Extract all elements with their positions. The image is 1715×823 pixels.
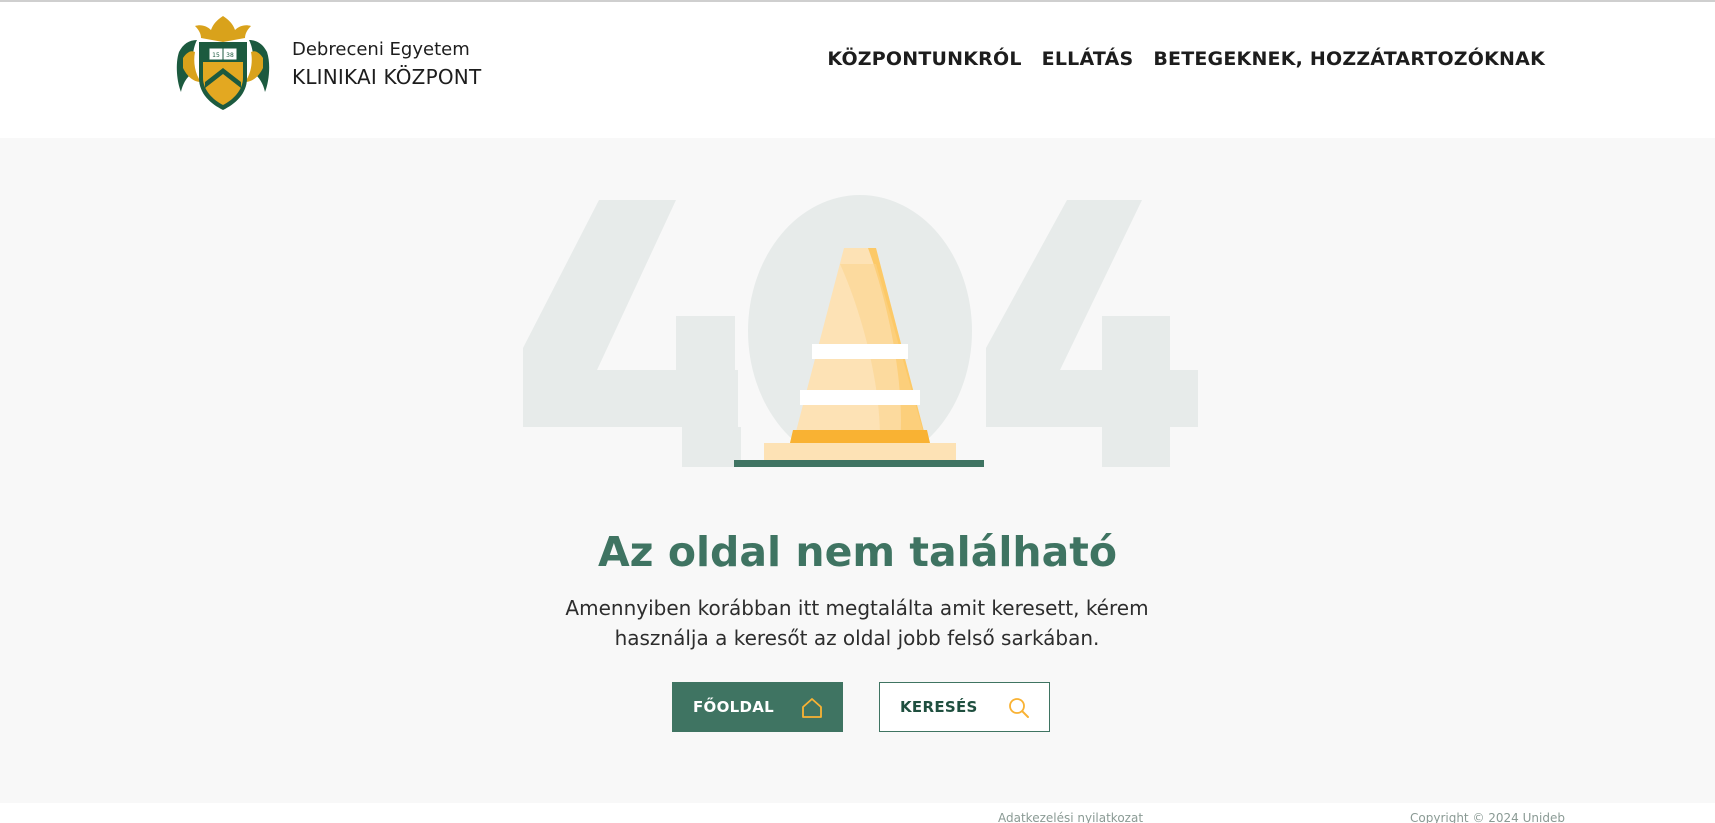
home-button-label: FŐOLDAL <box>693 698 775 716</box>
nav-item-betegeknek[interactable]: BETEGEKNEK, HOZZÁTARTOZÓKNAK <box>1153 48 1545 70</box>
privacy-policy-link[interactable]: Adatkezelési nyilatkozat <box>998 811 1143 823</box>
brand-center-name: KLINIKAI KÖZPONT <box>292 65 482 89</box>
search-icon <box>1009 698 1029 718</box>
error-404-illustration <box>523 195 1198 467</box>
nav-item-kozpontunkrol[interactable]: KÖZPONTUNKRÓL <box>827 48 1021 70</box>
digit-four-left <box>523 200 741 467</box>
site-footer: Adatkezelési nyilatkozat Copyright © 202… <box>0 803 1715 823</box>
nav-item-ellatas[interactable]: ELLÁTÁS <box>1042 48 1134 70</box>
university-crest-logo[interactable]: 15 38 <box>173 12 273 114</box>
search-button-label: KERESÉS <box>900 698 978 716</box>
home-icon <box>802 698 822 718</box>
brand-university-name: Debreceni Egyetem <box>292 39 470 60</box>
error-page-main: Az oldal nem található Amennyiben korább… <box>0 138 1715 803</box>
site-header: 15 38 Debreceni Egyetem KLINIKAI KÖZPONT… <box>0 2 1715 138</box>
digit-four-right <box>986 200 1198 467</box>
svg-text:15: 15 <box>212 52 220 59</box>
brand-block[interactable]: Debreceni Egyetem KLINIKAI KÖZPONT <box>292 38 481 92</box>
error-description: Amennyiben korábban itt megtalálta amit … <box>565 596 1149 650</box>
error-title: Az oldal nem található <box>597 528 1118 576</box>
main-navigation: KÖZPONTUNKRÓL ELLÁTÁS BETEGEKNEK, HOZZÁT… <box>827 48 1545 70</box>
search-button[interactable]: KERESÉS <box>879 682 1050 732</box>
home-button[interactable]: FŐOLDAL <box>672 682 843 732</box>
svg-text:38: 38 <box>226 52 234 59</box>
copyright-text: Copyright © 2024 Unideb <box>1410 811 1565 823</box>
